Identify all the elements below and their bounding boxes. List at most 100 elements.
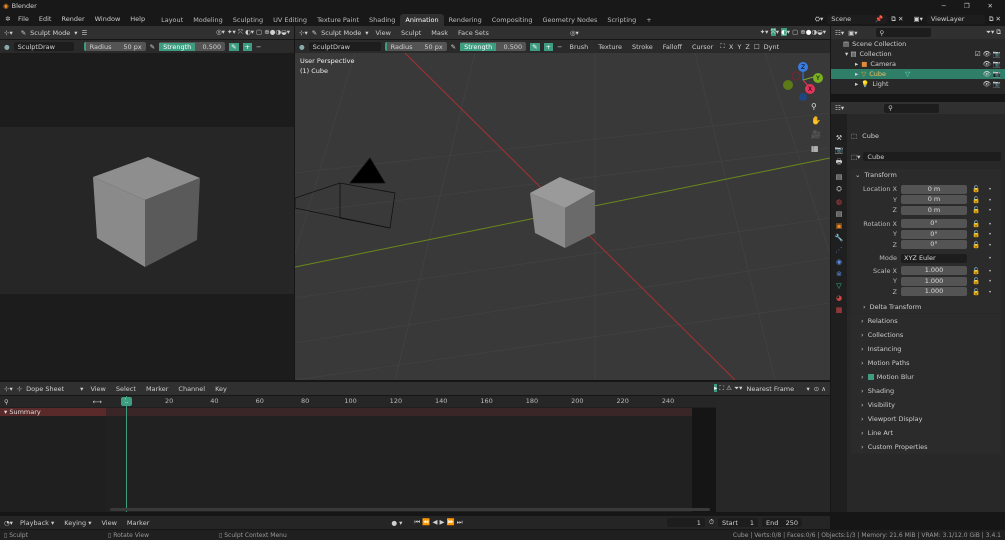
vp-strength-pressure-icon[interactable]: ✎: [530, 42, 540, 51]
tab-modeling[interactable]: Modeling: [188, 14, 228, 26]
hamburger-icon[interactable]: ☰: [82, 29, 88, 37]
object-tab-icon[interactable]: ▣: [836, 222, 843, 230]
scene-tab-icon[interactable]: ⛭: [836, 185, 842, 194]
ds-filter-icons[interactable]: ▸ ⛶ ⚠ ⏷▾: [714, 384, 742, 393]
zoom-icon[interactable]: ⚲: [811, 102, 821, 111]
tab-scripting[interactable]: Scripting: [602, 14, 641, 26]
current-frame-field[interactable]: 1: [666, 518, 705, 527]
editor-type-icon[interactable]: ⊹▾: [4, 29, 13, 37]
transform-header[interactable]: ⌄ Transform: [851, 169, 1001, 181]
delta-transform-subpanel[interactable]: › Delta Transform: [851, 300, 1001, 313]
tl-view-menu[interactable]: View: [98, 519, 119, 527]
ds-menu-view[interactable]: View: [87, 385, 108, 393]
tab-animation[interactable]: Animation: [400, 14, 444, 26]
camera-view-area[interactable]: [0, 53, 294, 380]
add-direction-button[interactable]: +: [242, 42, 253, 51]
texture-tab-icon[interactable]: ▩: [836, 306, 843, 314]
display-mode-icon[interactable]: ▣▾: [848, 29, 857, 37]
stopwatch-icon[interactable]: ⏱: [709, 518, 714, 527]
keying-menu[interactable]: Keying ▾: [61, 519, 94, 527]
dopesheet-area[interactable]: ⚲⟷ 1 20406080100120140160180200220240 ▾ …: [0, 396, 830, 512]
cursor-menu[interactable]: Cursor: [689, 43, 716, 51]
vp-subtract-button[interactable]: −: [557, 43, 562, 51]
section-motion-blur[interactable]: › Motion Blur: [851, 370, 1001, 384]
start-frame-field[interactable]: Start 1: [718, 518, 758, 527]
tab-rendering[interactable]: Rendering: [444, 14, 487, 26]
add-workspace-button[interactable]: +: [641, 14, 656, 26]
menu-mask[interactable]: Mask: [428, 29, 451, 37]
dopesheet-editor-icon[interactable]: ⊹▾: [4, 385, 13, 393]
brush-name-field[interactable]: SculptDraw: [13, 42, 74, 51]
collection-row[interactable]: ▾ ▤ Collection ☑ 👁 📷: [831, 49, 1005, 59]
pivot-icon[interactable]: ◎▾: [570, 29, 579, 37]
particles-tab-icon[interactable]: ⋰: [836, 246, 843, 254]
radius-slider[interactable]: Radius 50 px: [83, 42, 146, 51]
vp-radius-slider[interactable]: Radius 50 px: [384, 42, 447, 51]
vp-pressure-icon[interactable]: ✎: [451, 43, 456, 51]
data-tab-icon[interactable]: ▽: [836, 282, 841, 290]
properties-search[interactable]: ⚲: [884, 103, 940, 113]
tab-sculpting[interactable]: Sculpting: [228, 14, 268, 26]
shading-icons[interactable]: ◎▾ ✦▾ ⤧ ◐▾ ▢ ⊕●◑◒▾: [216, 28, 290, 37]
3d-viewport[interactable]: User Perspective (1) Cube Z Y X ⚲ ✋ 🎥 ▦: [295, 53, 830, 380]
tab-compositing[interactable]: Compositing: [487, 14, 538, 26]
symmetry-y[interactable]: Y: [737, 43, 741, 51]
tab-shading[interactable]: Shading: [364, 14, 400, 26]
snap-selector[interactable]: Nearest Frame: [746, 385, 802, 393]
timeline-editor-icon[interactable]: ◔▾: [4, 519, 13, 527]
tool-tab-icon[interactable]: ⚒: [836, 134, 842, 142]
scene-icon[interactable]: ⛭▾: [815, 15, 823, 24]
proportional-icon[interactable]: ⊙ ∧: [814, 385, 826, 393]
section-instancing[interactable]: › Instancing: [851, 342, 1001, 356]
strength-pressure-icon[interactable]: ✎: [229, 42, 239, 51]
section-line-art[interactable]: › Line Art: [851, 426, 1001, 440]
tab-texture-paint[interactable]: Texture Paint: [312, 14, 364, 26]
outliner-item-camera[interactable]: ▸ ■ Camera 👁 📷: [831, 59, 1005, 69]
maximize-button[interactable]: ❐: [964, 2, 970, 10]
texture-menu[interactable]: Texture: [595, 43, 625, 51]
scene-selector[interactable]: Scene 📌: [827, 14, 888, 24]
view-layer-selector[interactable]: ViewLayer: [926, 14, 985, 24]
menu-sculpt[interactable]: Sculpt: [398, 29, 424, 37]
visibility-icons[interactable]: ✦▾ ⤧▾ ◐▾ ▢ ⊕●◑◒▾: [760, 28, 826, 37]
ds-menu-channel[interactable]: Channel: [175, 385, 208, 393]
material-tab-icon[interactable]: ◕: [836, 294, 842, 302]
properties-editor-icon[interactable]: ☷▾: [835, 104, 844, 112]
ds-menu-select[interactable]: Select: [113, 385, 139, 393]
constraints-tab-icon[interactable]: ⊗: [836, 270, 842, 278]
tl-marker-menu[interactable]: Marker: [124, 519, 152, 527]
modifier-tab-icon[interactable]: 🔧: [835, 234, 844, 242]
playback-menu[interactable]: Playback ▾: [17, 519, 57, 527]
menu-window[interactable]: Window: [90, 15, 126, 23]
pan-hand-icon[interactable]: ✋: [811, 116, 821, 125]
symmetry-x[interactable]: X: [729, 43, 733, 51]
auto-key-icon[interactable]: ● ▾: [391, 519, 402, 527]
playback-controls[interactable]: ⏮ ⏪ ◀ ▶ ⏩ ⏭: [414, 518, 462, 527]
summary-channel[interactable]: ▾ Summary: [0, 408, 106, 416]
falloff-menu[interactable]: Falloff: [660, 43, 685, 51]
symmetry-z[interactable]: Z: [745, 43, 749, 51]
stroke-menu[interactable]: Stroke: [629, 43, 656, 51]
strength-slider[interactable]: Strength 0.500: [159, 42, 226, 51]
menu-help[interactable]: Help: [125, 15, 150, 23]
subtract-direction-button[interactable]: −: [256, 43, 261, 51]
pressure-icon[interactable]: ✎: [150, 43, 155, 51]
ortho-grid-icon[interactable]: ▦: [811, 144, 821, 153]
output-tab-icon[interactable]: 🖶: [836, 158, 843, 169]
section-visibility[interactable]: › Visibility: [851, 398, 1001, 412]
dopesheet-mode-selector[interactable]: Dope Sheet: [26, 385, 76, 393]
scene-collection-row[interactable]: ▤ Scene Collection: [831, 39, 1005, 49]
brush-preview-icon[interactable]: ●: [4, 43, 10, 51]
copy-view-layer-icon[interactable]: ⧉ ✕: [989, 15, 1001, 24]
camera-view-icon[interactable]: 🎥: [811, 130, 821, 139]
filter-icon[interactable]: ⏷▾ ⧉: [986, 28, 1001, 37]
mode-selector[interactable]: Sculpt Mode: [30, 29, 70, 37]
tab-geometry-nodes[interactable]: Geometry Nodes: [538, 14, 603, 26]
section-collections[interactable]: › Collections: [851, 328, 1001, 342]
vp-brush-name-field[interactable]: SculptDraw: [308, 42, 381, 51]
end-frame-field[interactable]: End 250: [762, 518, 802, 527]
collection-tab-icon[interactable]: ▤: [836, 210, 843, 218]
menu-face-sets[interactable]: Face Sets: [455, 29, 492, 37]
menu-edit[interactable]: Edit: [34, 15, 57, 23]
world-tab-icon[interactable]: ◍: [836, 198, 842, 206]
